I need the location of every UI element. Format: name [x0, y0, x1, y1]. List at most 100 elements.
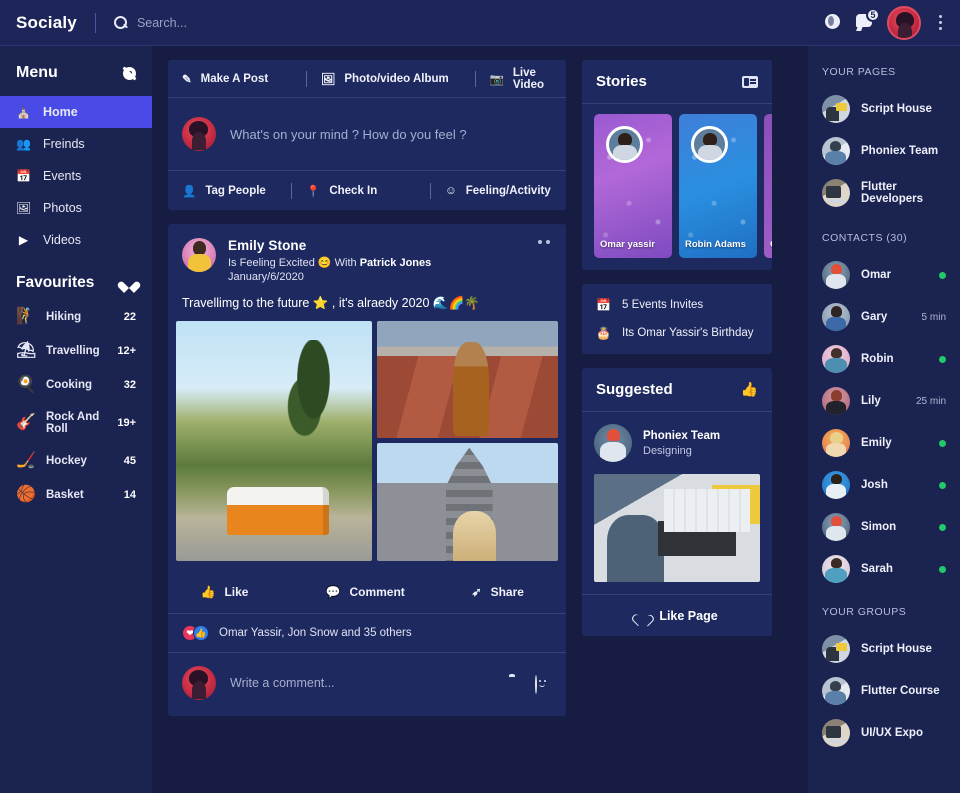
favourite-count: 19+ [117, 417, 136, 429]
post-reactions-row[interactable]: ❤ 👍 Omar Yassir, Jon Snow and 35 others [168, 613, 566, 653]
story-avatar [691, 126, 728, 163]
suggested-header: Suggested 👍 [582, 368, 772, 412]
post-header: Emily Stone Is Feeling Excited 😊 With Pa… [168, 224, 566, 283]
page-item-flutter-developers[interactable]: Flutter Developers [808, 172, 960, 214]
like-button[interactable]: 👍 Like [177, 585, 282, 599]
composer-bottom-actions: 👤 Tag People 📍 Check In ☺ Feeling/Activi… [168, 170, 566, 210]
group-item-uiux-expo[interactable]: UI/UX Expo [808, 712, 960, 754]
search-bar[interactable] [114, 16, 825, 30]
brand-logo[interactable]: Socialy [16, 13, 77, 33]
avatar [822, 261, 850, 289]
story-item[interactable]: Robin Adams [679, 114, 757, 258]
contact-item-lily[interactable]: Lily 25 min [808, 380, 960, 422]
sidebar-item-videos[interactable]: ▶ Videos [0, 224, 152, 256]
birthday-label: Its Omar Yassir's Birthday [622, 327, 754, 339]
avatar [822, 303, 850, 331]
post-composer: ✎ Make A Post 🖼 Photo/video Album 📷 Live… [168, 60, 566, 210]
favourite-item-basket[interactable]: 🏀 Basket 14 [0, 478, 152, 512]
make-a-post-button[interactable]: ✎ Make A Post [182, 72, 292, 86]
header-divider [95, 13, 96, 33]
favourite-item-travelling[interactable]: ⛱ Travelling 12+ [0, 334, 152, 368]
heart-icon [122, 277, 136, 290]
contact-item-josh[interactable]: Josh [808, 464, 960, 506]
sidebar-header: Menu [0, 60, 152, 96]
sidebar-item-photos[interactable]: 🖼 Photos [0, 192, 152, 224]
comment-input[interactable]: Write a comment... [230, 676, 490, 690]
live-video-button[interactable]: 📷 Live Video [490, 67, 552, 91]
gear-icon[interactable] [123, 67, 136, 80]
share-label: Share [491, 585, 524, 599]
page-item-script-house[interactable]: Script House [808, 88, 960, 130]
avatar[interactable] [887, 6, 921, 40]
composer-input-row[interactable]: What's on your mind ? How do you feel ? [168, 98, 566, 170]
feed-column: ✎ Make A Post 🖼 Photo/video Album 📷 Live… [168, 60, 566, 779]
thumbs-up-icon[interactable]: 👍 [741, 381, 758, 398]
story-confetti [764, 114, 772, 258]
avatar [822, 345, 850, 373]
favourite-item-hockey[interactable]: 🏒 Hockey 45 [0, 444, 152, 478]
share-button[interactable]: ➶ Share [458, 585, 558, 599]
check-in-button[interactable]: 📍 Check In [306, 184, 416, 198]
camera-icon[interactable] [504, 676, 521, 691]
suggested-page-image[interactable] [594, 474, 760, 582]
contact-item-emily[interactable]: Emily [808, 422, 960, 464]
globe-icon[interactable] [825, 14, 842, 31]
birthday-row[interactable]: 🎂 Its Omar Yassir's Birthday [596, 326, 758, 340]
story-card-icon[interactable] [742, 76, 758, 88]
divider [291, 183, 292, 199]
online-status-dot [939, 272, 946, 279]
emoji-icon[interactable] [535, 676, 552, 691]
post-date: January/6/2020 [228, 271, 431, 283]
post-image-2[interactable] [377, 321, 558, 438]
messages-icon[interactable]: 5 [856, 14, 873, 31]
group-item-flutter-course[interactable]: Flutter Course [808, 670, 960, 712]
favourite-label: Basket [46, 489, 113, 501]
post-with-person[interactable]: Patrick Jones [360, 257, 432, 269]
like-page-button[interactable]: Like Page [582, 594, 772, 636]
tag-people-button[interactable]: 👤 Tag People [182, 184, 277, 198]
favourite-item-hiking[interactable]: 🧗 Hiking 22 [0, 300, 152, 334]
composer-placeholder[interactable]: What's on your mind ? How do you feel ? [230, 127, 467, 142]
story-item[interactable]: Omar yassir [594, 114, 672, 258]
avatar [182, 117, 216, 151]
photo-video-album-button[interactable]: 🖼 Photo/video Album [321, 72, 461, 86]
post-image-1[interactable] [176, 321, 372, 561]
post-feeling-text: Is Feeling Excited [228, 257, 315, 269]
group-item-script-house[interactable]: Script House [808, 628, 960, 670]
your-pages-title: YOUR PAGES [808, 60, 960, 88]
suggested-page-row[interactable]: Phoniex Team Designing [594, 424, 760, 462]
comment-button[interactable]: 💬 Comment [310, 585, 430, 599]
favourite-item-cooking[interactable]: 🍳 Cooking 32 [0, 368, 152, 402]
post-text: Travellimg to the future ⭐ , it's alraed… [168, 283, 566, 321]
contact-item-robin[interactable]: Robin [808, 338, 960, 380]
avatar[interactable] [182, 238, 216, 272]
contact-item-sarah[interactable]: Sarah [808, 548, 960, 590]
sidebar-item-events[interactable]: 📅 Events [0, 160, 152, 192]
search-input[interactable] [137, 16, 437, 30]
suggested-page-name[interactable]: Phoniex Team [643, 430, 720, 442]
avatar [822, 471, 850, 499]
post-more-icon[interactable] [538, 240, 550, 244]
page-item-phoniex-team[interactable]: Phoniex Team [808, 130, 960, 172]
stories-strip[interactable]: Omar yassir Robin Adams G [582, 104, 772, 270]
favourite-count: 22 [124, 311, 136, 323]
composer-top-actions: ✎ Make A Post 🖼 Photo/video Album 📷 Live… [168, 60, 566, 98]
post-image-3[interactable] [377, 443, 558, 561]
sidebar-item-freinds[interactable]: 👥 Freinds [0, 128, 152, 160]
page-name: Flutter Developers [861, 181, 946, 205]
comment-input-row[interactable]: Write a comment... [168, 653, 566, 716]
post-reactions-text[interactable]: Omar Yassir, Jon Snow and 35 others [219, 627, 412, 639]
kebab-menu-icon[interactable] [935, 15, 946, 30]
favourite-label: Hockey [46, 455, 113, 467]
story-item[interactable]: G [764, 114, 772, 258]
sidebar-item-home[interactable]: ⛪ Home [0, 96, 152, 128]
group-avatar [822, 719, 850, 747]
contact-item-simon[interactable]: Simon [808, 506, 960, 548]
contact-item-gary[interactable]: Gary 5 min [808, 296, 960, 338]
favourite-item-rock-and-roll[interactable]: 🎸 Rock And Roll 19+ [0, 402, 152, 444]
thumbs-up-reaction-icon: 👍 [193, 625, 209, 641]
contact-item-omar[interactable]: Omar [808, 254, 960, 296]
post-author-name[interactable]: Emily Stone [228, 238, 431, 253]
feeling-activity-button[interactable]: ☺ Feeling/Activity [445, 185, 551, 197]
event-invites-row[interactable]: 📅 5 Events Invites [596, 298, 758, 312]
